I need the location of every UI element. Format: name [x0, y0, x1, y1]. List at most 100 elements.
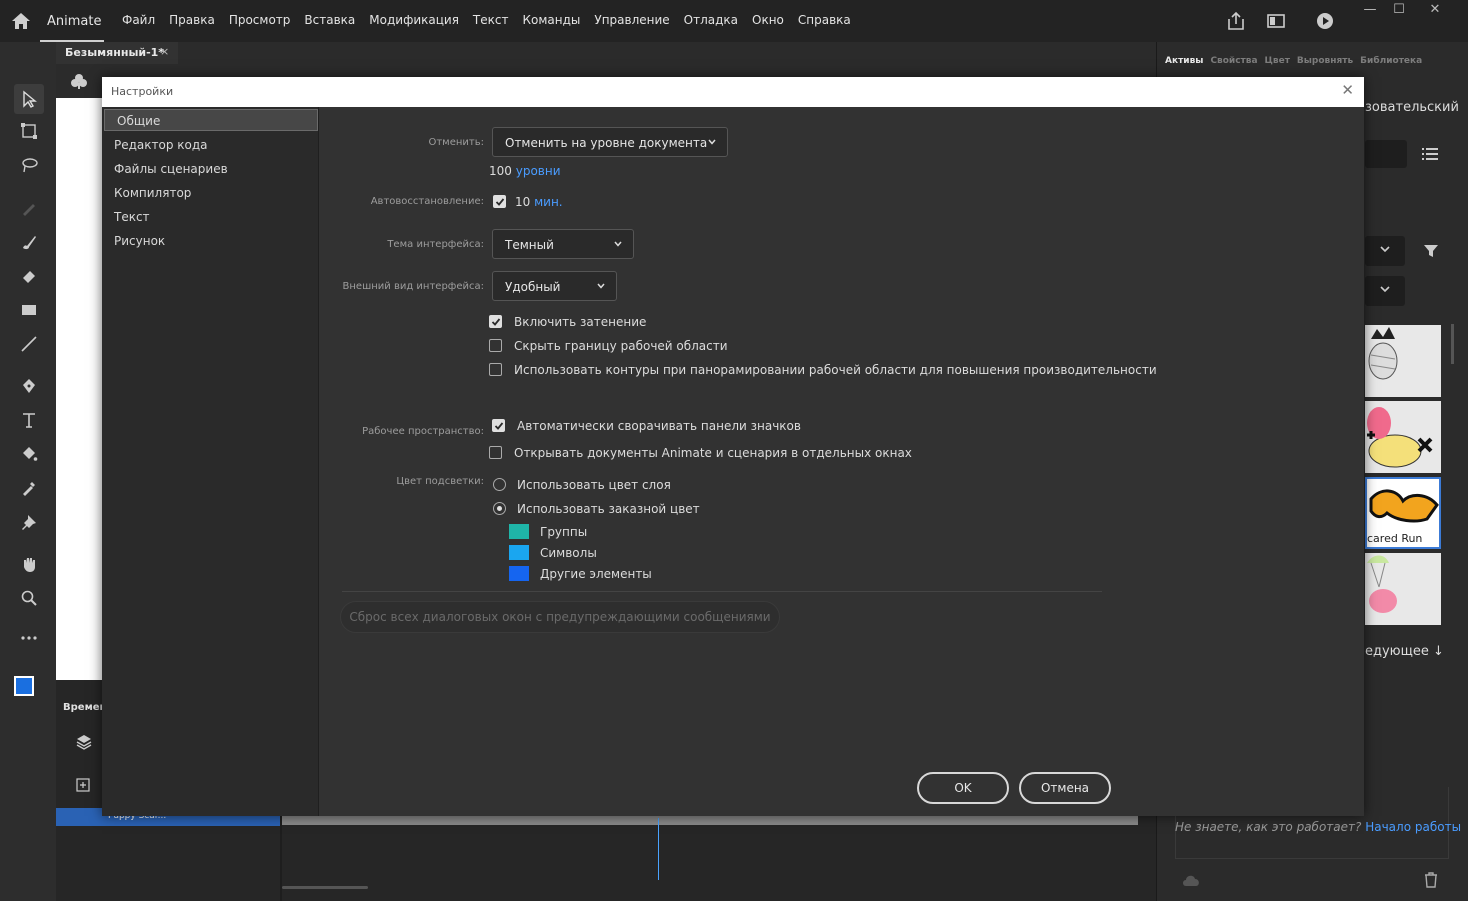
eraser-tool-icon[interactable] — [17, 264, 41, 288]
menu-modify[interactable]: Модификация — [369, 13, 459, 27]
menu-control[interactable]: Управление — [594, 13, 669, 27]
assets-sort-dropdown[interactable] — [1365, 276, 1405, 306]
hand-tool-icon[interactable] — [17, 552, 41, 576]
filter-icon[interactable] — [1423, 243, 1439, 259]
fill-color-swatch[interactable] — [14, 676, 34, 696]
stage-canvas[interactable] — [56, 98, 102, 680]
lasso-tool-icon[interactable] — [17, 153, 41, 177]
category-general[interactable]: Общие — [104, 109, 318, 131]
document-tab[interactable]: Безымянный-1* × — [56, 42, 178, 64]
tab-library[interactable]: Библиотека — [1360, 56, 1422, 72]
undo-level-value: Отменить на уровне документа — [505, 136, 708, 150]
menu-help[interactable]: Справка — [798, 13, 851, 27]
menu-debug[interactable]: Отладка — [684, 13, 738, 27]
theme-dropdown[interactable]: Темный — [492, 229, 634, 259]
use-outlines-checkbox[interactable] — [489, 363, 502, 376]
asset-thumbnail[interactable] — [1365, 325, 1441, 397]
assets-search-input[interactable] — [1365, 140, 1407, 168]
menu-file[interactable]: Файл — [122, 13, 155, 27]
eyedropper-tool-icon[interactable] — [17, 476, 41, 500]
dialog-titlebar[interactable]: Настройки ✕ — [102, 77, 1364, 107]
close-icon[interactable]: ✕ — [1341, 83, 1354, 98]
category-text[interactable]: Текст — [102, 206, 318, 228]
playhead[interactable] — [658, 818, 659, 880]
category-drawing[interactable]: Рисунок — [102, 230, 318, 252]
assets-filter-dropdown[interactable] — [1365, 236, 1405, 266]
pen-tool-icon[interactable] — [17, 374, 41, 398]
undo-levels-value[interactable]: 100 — [489, 164, 512, 178]
other-elements-color-label: Другие элементы — [540, 567, 652, 581]
assets-scrollbar[interactable] — [1451, 324, 1454, 364]
category-code-editor[interactable]: Редактор кода — [102, 134, 318, 156]
asset-thumbnail-selected[interactable]: cared Run — [1365, 477, 1441, 549]
symbols-color-swatch[interactable] — [509, 545, 529, 560]
next-page-link[interactable]: едующее ↓ — [1365, 644, 1444, 659]
menu-window[interactable]: Окно — [752, 13, 784, 27]
chevron-down-icon — [597, 283, 605, 289]
auto-collapse-panels-checkbox[interactable] — [492, 419, 505, 432]
timeline-scrollbar[interactable] — [282, 886, 368, 889]
ok-button[interactable]: OK — [917, 772, 1009, 804]
rectangle-tool-icon[interactable] — [17, 298, 41, 322]
get-started-link[interactable]: Начало работы — [1365, 820, 1461, 834]
tab-color[interactable]: Цвет — [1265, 56, 1290, 72]
use-layer-color-radio[interactable] — [493, 478, 506, 491]
text-tool-icon[interactable] — [17, 408, 41, 432]
other-elements-color-swatch[interactable] — [509, 566, 529, 581]
menu-view[interactable]: Просмотр — [229, 13, 291, 27]
main-menu: Файл Правка Просмотр Вставка Модификация… — [122, 13, 865, 27]
close-window-icon[interactable]: ✕ — [1422, 2, 1448, 20]
groups-color-swatch[interactable] — [509, 524, 529, 539]
category-compiler[interactable]: Компилятор — [102, 182, 318, 204]
auto-collapse-panels-label: Автоматически сворачивать панели значков — [517, 419, 801, 433]
menu-text[interactable]: Текст — [473, 13, 509, 27]
layers-icon[interactable] — [76, 734, 92, 750]
share-icon[interactable] — [1225, 10, 1247, 32]
autorecovery-minutes[interactable]: 10 — [515, 195, 530, 209]
free-transform-tool-icon[interactable] — [17, 119, 41, 143]
timeline-frames[interactable] — [282, 815, 1138, 825]
line-tool-icon[interactable] — [17, 332, 41, 356]
menu-edit[interactable]: Правка — [169, 13, 215, 27]
list-view-icon[interactable] — [1421, 146, 1439, 162]
enable-shading-checkbox[interactable] — [489, 315, 502, 328]
reset-warning-dialogs-button[interactable]: Сброс всех диалоговых окон с предупрежда… — [340, 601, 780, 633]
paint-bucket-tool-icon[interactable] — [17, 442, 41, 466]
use-custom-color-radio[interactable] — [493, 502, 506, 515]
selection-tool-icon[interactable] — [14, 84, 44, 114]
add-layer-icon[interactable] — [76, 778, 90, 792]
chevron-down-icon — [708, 139, 716, 145]
assets-user-label: зовательский — [1365, 100, 1459, 115]
category-script-files[interactable]: Файлы сценариев — [102, 158, 318, 180]
tab-align[interactable]: Выровнять — [1297, 56, 1353, 72]
asset-thumbnail[interactable] — [1365, 401, 1441, 473]
workspace-label: Рабочее пространство: — [362, 426, 484, 437]
maximize-icon[interactable]: ☐ — [1386, 2, 1412, 20]
play-test-icon[interactable] — [1314, 10, 1336, 32]
zoom-tool-icon[interactable] — [17, 586, 41, 610]
cancel-button[interactable]: Отмена — [1019, 772, 1111, 804]
trash-icon[interactable] — [1423, 872, 1439, 888]
undo-label: Отменить: — [428, 137, 484, 148]
open-in-separate-windows-checkbox[interactable] — [489, 446, 502, 459]
pencil-tool-icon[interactable] — [17, 196, 41, 220]
tab-properties[interactable]: Свойства — [1210, 56, 1257, 72]
hide-stage-border-checkbox[interactable] — [489, 339, 502, 352]
brush-tool-icon[interactable] — [17, 230, 41, 254]
more-tools-icon[interactable] — [17, 626, 41, 650]
appearance-dropdown[interactable]: Удобный — [492, 271, 617, 301]
menu-commands[interactable]: Команды — [522, 13, 580, 27]
cloud-upload-icon[interactable] — [1181, 872, 1201, 888]
asset-thumbnail[interactable] — [1365, 553, 1441, 625]
menu-insert[interactable]: Вставка — [304, 13, 355, 27]
tab-assets[interactable]: Активы — [1165, 56, 1203, 72]
workspace-layout-icon[interactable] — [1265, 10, 1287, 32]
minimize-icon[interactable]: — — [1357, 2, 1383, 20]
autorecovery-checkbox[interactable] — [493, 195, 506, 208]
scene-icon[interactable] — [70, 72, 88, 90]
undo-level-dropdown[interactable]: Отменить на уровне документа — [492, 127, 728, 157]
pin-tool-icon[interactable] — [17, 510, 41, 534]
close-tab-icon[interactable]: × — [160, 45, 169, 58]
home-icon[interactable] — [10, 11, 32, 31]
app-name[interactable]: Animate — [47, 14, 101, 29]
